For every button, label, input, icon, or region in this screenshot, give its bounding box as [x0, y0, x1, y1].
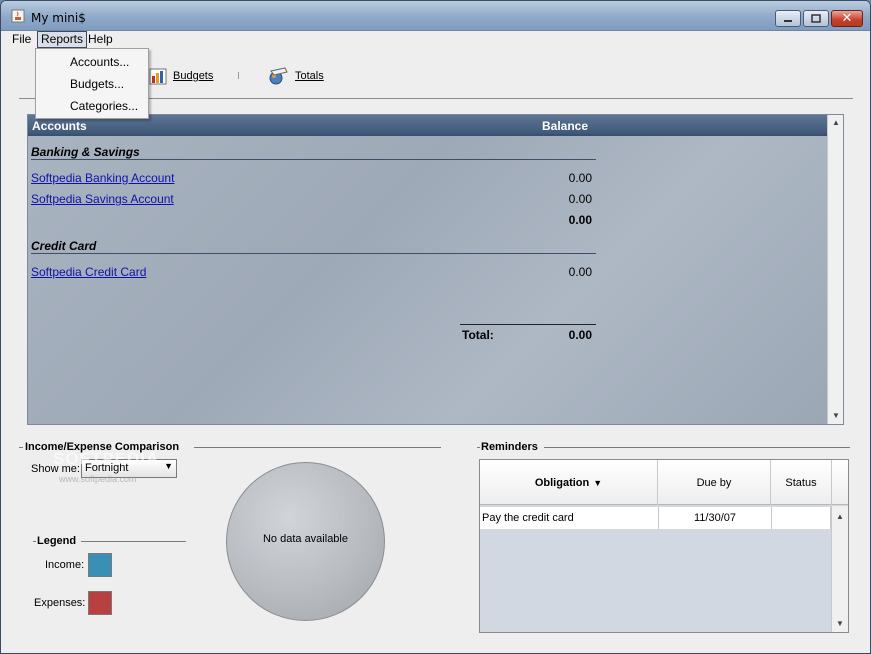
budgets-tool[interactable]: Budgets [149, 67, 213, 85]
balance-column-title: Balance [542, 119, 589, 133]
reminders-rule-right [544, 447, 850, 448]
group-credit-card: Credit Card [31, 239, 97, 253]
maximize-icon [811, 14, 821, 23]
total-label: Total: [462, 328, 494, 342]
reminders-rule-left [477, 447, 480, 448]
totals-label: Totals [295, 70, 324, 82]
comparison-pie: No data available [226, 462, 385, 621]
group-banking-savings: Banking & Savings [31, 145, 140, 159]
budgets-label: Budgets [173, 70, 214, 82]
total-divider [460, 324, 596, 325]
group-divider [31, 253, 596, 254]
account-link-credit-card[interactable]: Softpedia Credit Card [31, 265, 146, 279]
app-window: My mini$ ✕ File Reports Help Budgets Tot… [0, 0, 871, 654]
totals-tool[interactable]: Totals [267, 67, 324, 85]
scroll-up-icon[interactable]: ▲ [832, 118, 840, 127]
totals-globe-icon [269, 67, 288, 85]
accounts-scrollbar[interactable]: ▲ ▼ [827, 115, 843, 424]
menu-help[interactable]: Help [85, 31, 116, 48]
menu-item-categories[interactable]: Categories... [70, 99, 138, 113]
account-balance-credit-card: 0.00 [568, 265, 592, 279]
close-icon: ✕ [841, 11, 853, 26]
toolbar-separator [238, 72, 239, 79]
maximize-button[interactable] [803, 10, 829, 27]
account-balance-savings: 0.00 [568, 192, 592, 206]
menu-item-budgets[interactable]: Budgets... [70, 77, 124, 91]
menu-reports[interactable]: Reports [37, 31, 88, 48]
due-by-cell: 11/30/07 [659, 507, 772, 529]
column-obligation-label: Obligation [534, 476, 590, 489]
account-link-banking[interactable]: Softpedia Banking Account [31, 171, 174, 185]
menu-item-accounts[interactable]: Accounts... [70, 55, 129, 69]
menu-bar: File Reports Help [1, 31, 870, 48]
group-subtotal: 0.00 [568, 213, 592, 227]
legend-rule-left [33, 541, 36, 542]
dropdown-arrow-icon: ▼ [164, 461, 173, 471]
menu-file[interactable]: File [9, 31, 34, 48]
legend-title: Legend [37, 535, 77, 547]
legend-rule-right [81, 541, 186, 542]
income-swatch [88, 553, 112, 577]
scroll-down-icon[interactable]: ▼ [836, 619, 844, 628]
reminders-scrollbar[interactable]: ▲ ▼ [831, 506, 848, 632]
account-balance-banking: 0.00 [568, 171, 592, 185]
java-cup-icon [11, 9, 25, 23]
reports-dropdown-menu: Accounts... Budgets... Categories... [35, 48, 149, 119]
column-due-by-label: Due by [696, 476, 732, 489]
watermark: SOFTPEDIA [53, 449, 160, 468]
reminders-table: Obligation ▼ Due by Status Pay the credi… [479, 459, 849, 633]
reminders-title: Reminders [481, 441, 538, 453]
status-cell [772, 507, 831, 529]
minimize-button[interactable] [775, 10, 801, 27]
column-status[interactable]: Status [771, 460, 832, 505]
column-obligation[interactable]: Obligation ▼ [480, 460, 658, 505]
title-bar[interactable]: My mini$ ✕ [1, 1, 870, 31]
watermark-url: www.softpedia.com [59, 474, 137, 484]
group-divider [31, 159, 596, 160]
accounts-column-title: Accounts [32, 119, 87, 133]
expenses-swatch [88, 591, 112, 615]
minimize-icon [784, 19, 792, 22]
obligation-cell: Pay the credit card [480, 507, 659, 529]
comparison-rule-left [19, 447, 23, 448]
reminders-header: Obligation ▼ Due by Status [480, 460, 848, 505]
legend-income-label: Income: [45, 559, 85, 571]
column-status-label: Status [785, 476, 817, 489]
close-button[interactable]: ✕ [831, 10, 863, 27]
scroll-up-icon[interactable]: ▲ [836, 512, 844, 521]
window-title: My mini$ [31, 11, 86, 25]
scroll-down-icon[interactable]: ▼ [832, 411, 840, 420]
no-data-text: No data available [262, 533, 348, 545]
total-value: 0.00 [568, 328, 592, 342]
sort-descending-icon: ▼ [593, 477, 603, 488]
legend-expenses-label: Expenses: [34, 597, 86, 609]
budgets-chart-icon [149, 68, 167, 84]
comparison-rule-right [194, 447, 441, 448]
account-link-savings[interactable]: Softpedia Savings Account [31, 192, 174, 206]
accounts-panel: Accounts Balance Banking & Savings Softp… [27, 114, 844, 425]
column-due-by[interactable]: Due by [658, 460, 771, 505]
table-row[interactable]: Pay the credit card 11/30/07 [480, 507, 831, 530]
